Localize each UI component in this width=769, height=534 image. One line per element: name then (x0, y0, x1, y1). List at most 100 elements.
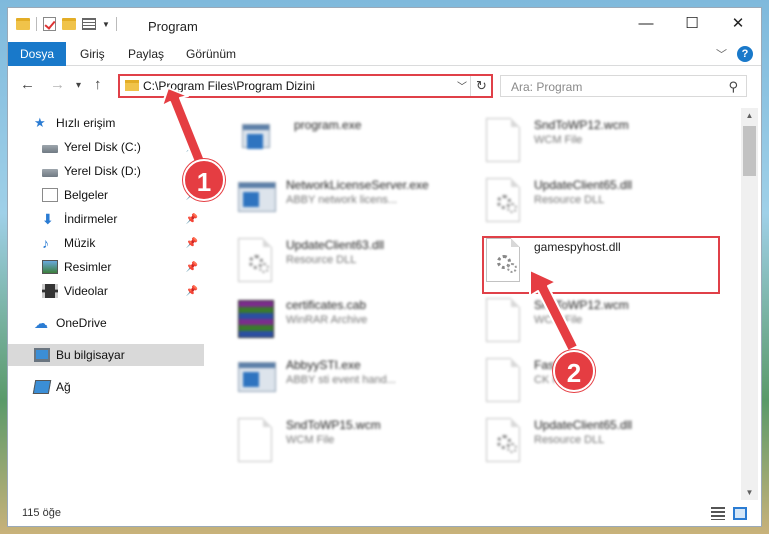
file-item[interactable]: SndToWP12.wcm WCM File (482, 292, 720, 350)
file-highlight-box (482, 236, 720, 294)
file-name: SndToWP12.wcm (534, 118, 629, 132)
sidebar-item-downloads[interactable]: ⬇ İndirmeler 📌 (8, 208, 204, 230)
file-name: AbbyySTI.exe (286, 358, 361, 372)
exe-file-icon (234, 176, 276, 224)
file-type: WCM File (286, 434, 335, 446)
folder-icon (16, 18, 30, 30)
scroll-up-icon[interactable]: ▲ (741, 108, 758, 123)
file-item[interactable]: certificates.cab WinRAR Archive (234, 292, 472, 350)
sidebar-item-label: Resimler (64, 260, 112, 274)
star-icon: ★ (34, 115, 46, 130)
sidebar-item-label: Bu bilgisayar (56, 348, 125, 362)
properties-check-icon[interactable] (43, 17, 56, 31)
computer-icon (34, 348, 50, 362)
archive-file-icon (234, 296, 276, 344)
status-bar: 115 öğe (8, 502, 761, 526)
pin-icon[interactable]: 📌 (186, 142, 198, 153)
new-folder-icon[interactable] (62, 18, 76, 30)
step-badge-1: 1 (183, 159, 225, 201)
file-type: ABBY sti event hand... (286, 374, 396, 386)
tab-home[interactable]: Giriş (80, 42, 105, 66)
sidebar-item-this-pc[interactable]: Bu bilgisayar (8, 344, 204, 366)
ribbon-controls: ﹀ ? (716, 46, 753, 62)
tab-view[interactable]: Görünüm (186, 42, 236, 66)
sidebar-item-documents[interactable]: Belgeler 📌 (8, 184, 204, 206)
ribbon: Dosya Giriş Paylaş Görünüm ﹀ ? (8, 42, 761, 100)
up-arrow-icon[interactable]: ↑ (94, 76, 102, 93)
sidebar-item-music[interactable]: ♪ Müzik 📌 (8, 232, 204, 254)
sidebar-item-onedrive[interactable]: ☁ OneDrive (8, 312, 204, 334)
file-item[interactable]: program.exe (234, 112, 472, 170)
search-box[interactable]: Ara: Program ⚲ (500, 75, 747, 97)
large-icons-view-icon[interactable] (733, 507, 747, 520)
sidebar-item-network[interactable]: Ağ (8, 376, 204, 398)
file-list: program.exe SndToWP12.wcm WCM File Netwo… (206, 108, 741, 500)
file-item[interactable]: UpdateClient65.dll Resource DLL (482, 412, 720, 470)
window-title: Program (148, 19, 198, 34)
network-icon (32, 380, 52, 394)
file-name: certificates.cab (286, 298, 367, 312)
sidebar-item-drive-c[interactable]: Yerel Disk (C:) 📌 (8, 136, 204, 158)
video-icon (42, 284, 58, 298)
sidebar-item-label: OneDrive (56, 316, 107, 330)
quick-access-toolbar: ▼ (16, 17, 117, 31)
separator (36, 17, 37, 31)
file-item[interactable]: SndToWP12.wcm WCM File (482, 112, 720, 170)
sidebar-item-label: Ağ (56, 380, 71, 394)
file-page-icon (482, 296, 524, 344)
sidebar-item-label: Yerel Disk (D:) (64, 164, 141, 178)
pin-icon[interactable]: 📌 (186, 286, 198, 297)
file-item[interactable]: UpdateClient65.dll Resource DLL (482, 172, 720, 230)
file-item[interactable]: NetworkLicenseServer.exe ABBY network li… (234, 172, 472, 230)
file-name: UpdateClient65.dll (534, 418, 633, 432)
sidebar-item-videos[interactable]: Videolar 📌 (8, 280, 204, 302)
details-view-icon[interactable] (711, 507, 725, 520)
pin-icon[interactable]: 📌 (186, 262, 198, 273)
separator (115, 17, 117, 31)
navigation-bar: ← → ▾ ↑ C:\Program Files\Program Dizini … (8, 66, 761, 104)
sidebar-item-pictures[interactable]: Resimler 📌 (8, 256, 204, 278)
maximize-button[interactable]: ☐ (669, 8, 715, 38)
pin-icon[interactable]: 📌 (186, 214, 198, 225)
expand-ribbon-icon[interactable]: ﹀ (716, 46, 727, 62)
explorer-window: ▼ Program — ☐ ✕ Dosya Giriş Paylaş Görün… (7, 7, 762, 527)
scroll-down-icon[interactable]: ▼ (741, 485, 758, 500)
file-type: WCM File (534, 314, 583, 326)
window-controls: — ☐ ✕ (623, 8, 761, 38)
pictures-icon (42, 260, 58, 274)
file-name: program.exe (294, 118, 362, 132)
scroll-thumb[interactable] (743, 126, 756, 176)
file-item[interactable]: SndToWP15.wcm WCM File (234, 412, 472, 470)
customize-view-icon[interactable] (82, 18, 96, 30)
file-name: NetworkLicenseServer.exe (286, 178, 429, 192)
search-placeholder[interactable]: Ara: Program (511, 80, 582, 94)
dll-file-icon (482, 176, 524, 224)
vertical-scrollbar[interactable]: ▲ ▼ (741, 108, 758, 500)
recent-locations-icon[interactable]: ▾ (76, 80, 81, 91)
step-badge-2: 2 (553, 350, 595, 392)
file-type: WCM File (534, 134, 583, 146)
back-arrow-icon[interactable]: ← (20, 76, 35, 93)
dll-file-icon (234, 236, 276, 284)
sidebar-item-label: Müzik (64, 236, 96, 250)
sidebar-item-drive-d[interactable]: Yerel Disk (D:) 📌 (8, 160, 204, 182)
chevron-down-icon[interactable]: ▼ (102, 20, 110, 29)
search-icon[interactable]: ⚲ (728, 79, 738, 95)
help-icon[interactable]: ? (737, 46, 753, 62)
file-name: UpdateClient65.dll (534, 178, 633, 192)
navigation-pane: ★ Hızlı erişim Yerel Disk (C:) 📌 Yerel D… (8, 108, 204, 500)
pin-icon[interactable]: 📌 (186, 238, 198, 249)
tab-share[interactable]: Paylaş (128, 42, 164, 66)
drive-icon (42, 168, 58, 177)
close-button[interactable]: ✕ (715, 8, 761, 38)
file-item[interactable]: UpdateClient63.dll Resource DLL (234, 232, 472, 290)
file-item[interactable]: FastKa... CK File (482, 352, 720, 410)
forward-arrow-icon[interactable]: → (50, 76, 65, 93)
sidebar-item-label: Hızlı erişim (56, 116, 116, 130)
minimize-button[interactable]: — (623, 8, 669, 38)
file-item[interactable]: AbbyySTI.exe ABBY sti event hand... (234, 352, 472, 410)
file-type: WinRAR Archive (286, 314, 368, 326)
sidebar-item-quick-access[interactable]: ★ Hızlı erişim (8, 112, 204, 134)
sidebar-item-label: İndirmeler (64, 212, 118, 226)
sidebar-item-label: Belgeler (64, 188, 109, 202)
